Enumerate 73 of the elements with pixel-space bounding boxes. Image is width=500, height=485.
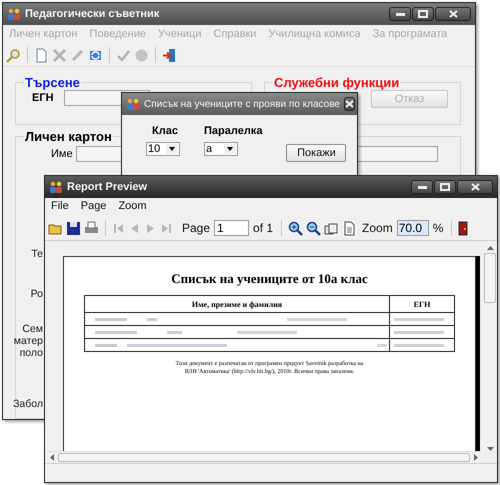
- skip-last-icon: [160, 222, 173, 234]
- percent-label: %: [432, 221, 444, 235]
- field-label: Те: [31, 248, 43, 260]
- menu-item[interactable]: File: [51, 200, 69, 214]
- page-icon: [342, 220, 358, 236]
- people-icon: [49, 181, 63, 193]
- maximize-icon: [418, 10, 428, 18]
- close-icon: [52, 48, 67, 63]
- maximize-button[interactable]: [434, 180, 456, 194]
- zoom-out-icon: [306, 220, 322, 236]
- minimize-icon: [396, 12, 404, 16]
- minimize-button[interactable]: [411, 180, 433, 194]
- document-icon: [34, 48, 49, 63]
- window-title: Педагогически съветник: [25, 8, 160, 20]
- search-icon: [6, 48, 21, 63]
- zoom-in-icon-button[interactable]: [287, 220, 304, 236]
- zoom-out-icon-button[interactable]: [305, 220, 322, 236]
- maximize-icon: [440, 183, 450, 191]
- field-label: поло: [20, 347, 43, 359]
- skip-first-icon: [112, 222, 125, 234]
- group-title: Търсене: [24, 75, 81, 90]
- window-title: Списък на учениците с прояви по класове: [144, 98, 340, 110]
- dropdown[interactable]: а: [204, 142, 238, 156]
- circle-icon: [134, 48, 149, 63]
- field-label: Сем: [22, 323, 43, 335]
- exit-door-icon: [162, 48, 177, 63]
- group-title: Личен картон: [24, 129, 113, 144]
- report-title: Списък на учениците от 10а клас: [171, 271, 368, 287]
- exit-door-icon-button[interactable]: [457, 220, 470, 236]
- scroll-thumb[interactable]: [58, 452, 470, 462]
- close-button[interactable]: [344, 97, 355, 111]
- people-icon: [126, 98, 140, 110]
- close-icon: [448, 10, 458, 18]
- field-label: Паралелка: [204, 125, 262, 137]
- close-button[interactable]: [457, 180, 493, 194]
- zoom-input[interactable]: 70.0: [396, 220, 429, 236]
- page-count: of 1: [252, 221, 274, 235]
- checkmark-icon: [116, 48, 131, 63]
- arrow-left-icon: [50, 454, 54, 460]
- pencil-icon: [70, 48, 85, 63]
- horizontal-scrollbar[interactable]: [47, 451, 481, 462]
- window-title: Report Preview: [67, 181, 148, 193]
- field-label: Ро: [30, 288, 43, 300]
- field-label: Забол: [13, 398, 43, 410]
- field-label: Клас: [151, 125, 178, 137]
- menu-item[interactable]: Page: [80, 200, 106, 214]
- arrow-down-icon: [486, 447, 494, 451]
- close-icon: [344, 100, 354, 108]
- page-label: Page: [181, 221, 212, 235]
- people-icon: [7, 8, 21, 20]
- arrow-right-icon: [474, 454, 478, 460]
- close-icon: [470, 183, 480, 191]
- caret-icon: [166, 144, 178, 154]
- floppy-disk-icon-button[interactable]: [65, 220, 82, 236]
- pages-icon: [324, 220, 340, 236]
- arrow-up-icon: [486, 246, 494, 250]
- menu-item[interactable]: Zoom: [118, 200, 147, 214]
- field-label: матер: [14, 335, 43, 347]
- show-button[interactable]: Покажи: [286, 144, 346, 162]
- page-input[interactable]: 1: [214, 220, 250, 236]
- zoom-in-icon: [288, 220, 304, 236]
- field-label: ЕГН: [31, 92, 52, 104]
- caret-icon: [224, 144, 236, 154]
- search-icon-button[interactable]: [5, 46, 22, 64]
- printer-icon: [84, 220, 99, 236]
- column-header: ЕГН: [390, 296, 454, 312]
- dropdown[interactable]: 10: [146, 142, 180, 156]
- group-title: Служебни функции: [273, 75, 400, 90]
- zoom-label: Zoom: [361, 221, 394, 235]
- column-header: Име, презиме и фамилия: [84, 296, 390, 312]
- exit-door-icon: [458, 220, 468, 236]
- minimize-icon: [418, 186, 426, 188]
- scroll-thumb[interactable]: [484, 253, 496, 303]
